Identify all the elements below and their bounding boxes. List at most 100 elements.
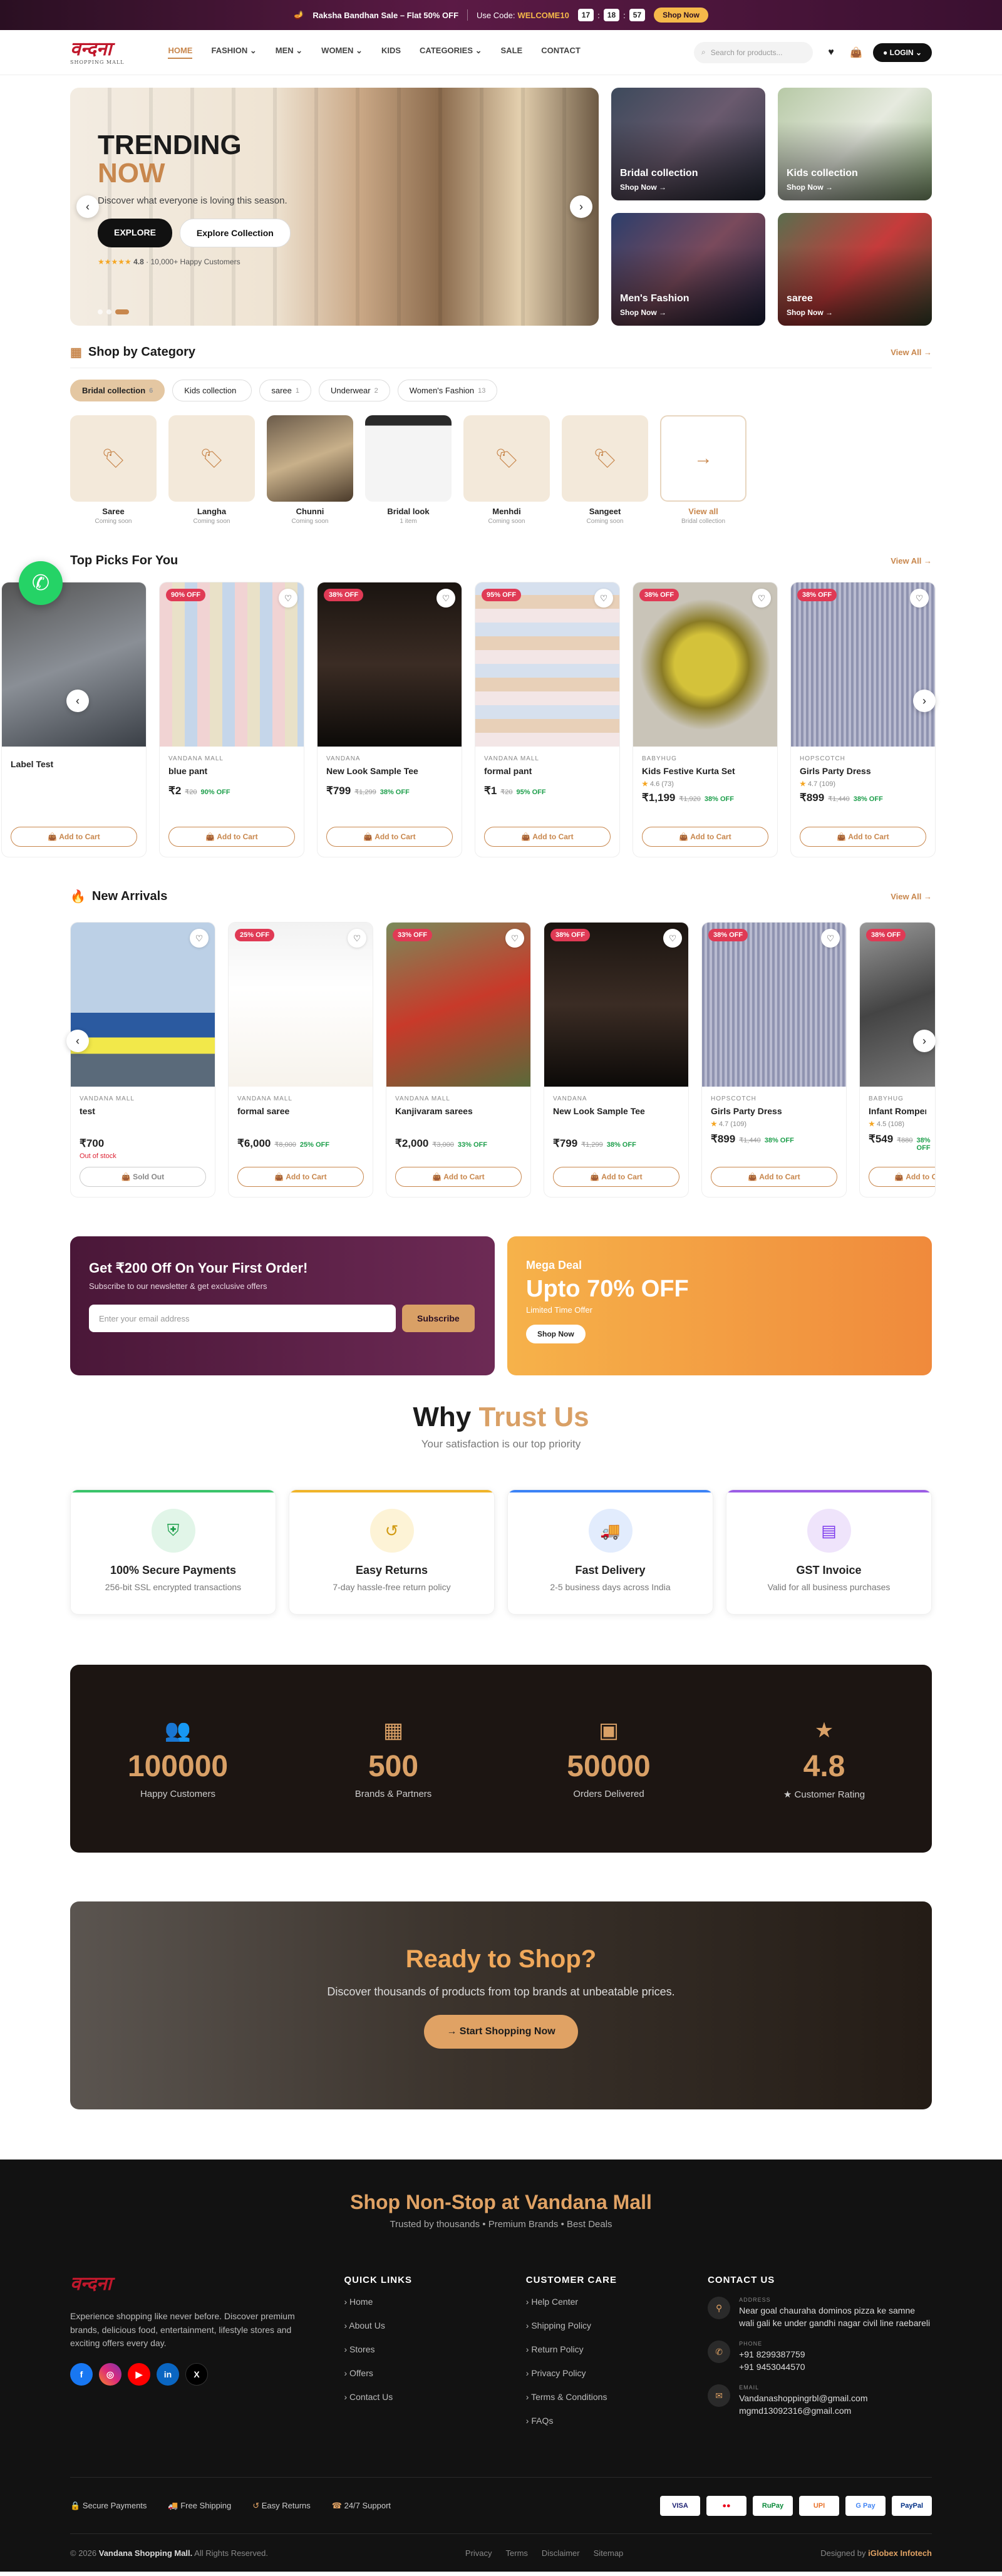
add-to-cart-button[interactable]: 👜 Add to Cart [237,1167,364,1187]
footer-link[interactable]: › Return Policy [526,2344,708,2354]
carousel-prev-arrow-icon[interactable]: ‹ [66,1030,89,1052]
chip-underwear[interactable]: Underwear 2 [319,380,390,401]
cart-bag-icon[interactable]: 👜 [849,46,863,59]
instagram-icon[interactable]: ◎ [99,2363,121,2386]
carousel-next-arrow-icon[interactable]: › [913,1030,936,1052]
footer-link[interactable]: › Shipping Policy [526,2320,708,2330]
wishlist-heart-icon[interactable]: ♡ [821,929,840,948]
chip-womens-fashion[interactable]: Women's Fashion 13 [397,380,498,401]
subcategory-item[interactable]: 🏷 Langha Coming soon [168,415,255,525]
new-arrivals-view-all-link[interactable]: View All → [891,892,932,901]
add-to-cart-button[interactable]: 👜 Add to Cart [11,827,137,847]
whatsapp-chat-icon[interactable]: ✆ [19,561,63,605]
login-button[interactable]: ● LOGIN ⌄ [873,43,932,62]
add-to-cart-button[interactable]: 👜 Add to Cart [395,1167,522,1187]
subcategory-item[interactable]: 🏷 Menhdi Coming soon [463,415,550,525]
nav-home[interactable]: HOME [168,46,193,59]
nav-women[interactable]: WOMEN ⌄ [321,46,363,59]
footer-link[interactable]: › Help Center [526,2297,708,2307]
product-card[interactable]: 38% OFF ♡ BABYHUG Kids Festive Kurta Set ★ … [633,582,778,857]
nav-categories[interactable]: CATEGORIES ⌄ [420,46,482,59]
product-card[interactable]: 38% OFF ♡ VANDANA New Look Sample Tee ₹799 ₹… [317,582,462,857]
explore-button[interactable]: EXPLORE [98,219,172,248]
nav-kids[interactable]: KIDS [381,46,401,59]
footer-link[interactable]: › Stores [344,2344,525,2354]
wishlist-heart-icon[interactable]: ♡ [279,589,297,608]
product-card[interactable]: 38% OFF ♡ VANDANA New Look Sample Tee ₹799 ₹… [544,922,689,1197]
product-card[interactable]: ♡ VANDANA MALL test ₹700 Out of stock 👜 Sol… [70,922,215,1197]
carousel-prev-arrow-icon[interactable]: ‹ [66,690,89,712]
chip-kids-collection[interactable]: Kids collection [172,380,252,401]
footer-link[interactable]: › Offers [344,2368,525,2378]
linkedin-icon[interactable]: in [157,2363,179,2386]
chip-bridal-collection[interactable]: Bridal collection 6 [70,380,165,401]
footer-link[interactable]: › Privacy Policy [526,2368,708,2378]
footer-link[interactable]: › FAQs [526,2416,708,2426]
top-picks-view-all-link[interactable]: View All → [891,556,932,566]
subcategory-item[interactable]: 🏷 Saree Coming soon [70,415,157,525]
add-to-cart-button[interactable]: 👜 Add to Cart [800,827,926,847]
nav-men[interactable]: MEN ⌄ [276,46,302,59]
search-input[interactable]: ⌕ Search for products... [694,41,813,63]
hero-prev-arrow-icon[interactable]: ‹ [76,195,99,218]
subcategory-item[interactable]: 🏷 Sangeet Coming soon [562,415,648,525]
logo[interactable]: वन्दना SHOPPING MALL [70,39,124,65]
footer-legal-link[interactable]: Privacy [465,2548,492,2558]
footer-link[interactable]: › About Us [344,2320,525,2330]
footer-logo[interactable]: वन्दना [70,2275,344,2294]
add-to-cart-button[interactable]: 👜 Add to Cart [642,827,768,847]
add-to-cart-button[interactable]: 👜 Add to Cart [869,1167,935,1187]
footer-link[interactable]: › Contact Us [344,2392,525,2402]
category-view-all-link[interactable]: View All → [891,348,932,357]
nav-fashion[interactable]: FASHION ⌄ [211,46,256,59]
product-card[interactable]: 38% OFF ♡ HOPSCOTCH Girls Party Dress ★ 4.7… [701,922,847,1197]
add-to-cart-button[interactable]: 👜 Add to Cart [553,1167,679,1187]
tile-kids-collection[interactable]: Kids collection Shop Now → [778,88,932,200]
chip-saree[interactable]: saree 1 [259,380,312,401]
tile-mens-fashion[interactable]: Men's Fashion Shop Now → [611,213,765,326]
start-shopping-button[interactable]: → Start Shopping Now [424,2015,578,2049]
dot[interactable] [106,309,111,314]
wishlist-heart-icon[interactable]: ♡ [436,589,455,608]
product-card[interactable]: 38% OFF BABYHUG Infant Romper ★ 4.5 (108) ₹… [859,922,936,1197]
dot-active[interactable] [115,309,129,314]
wishlist-heart-icon[interactable]: ♡ [910,589,929,608]
tile-saree[interactable]: saree Shop Now → [778,213,932,326]
wishlist-heart-icon[interactable]: ♡ [505,929,524,948]
x-twitter-icon[interactable]: X [185,2363,208,2386]
nav-sale[interactable]: SALE [501,46,523,59]
wishlist-heart-icon[interactable]: ♡ [752,589,771,608]
wishlist-heart-icon[interactable]: ♡ [594,589,613,608]
add-to-cart-button[interactable]: 👜 Add to Cart [326,827,453,847]
explore-collection-button[interactable]: Explore Collection [179,219,291,248]
deal-shop-now-button[interactable]: Shop Now [526,1325,586,1343]
topbar-shop-now-button[interactable]: Shop Now [654,8,708,23]
email-field[interactable]: Enter your email address [89,1305,396,1332]
footer-legal-link[interactable]: Disclaimer [542,2548,580,2558]
wishlist-heart-icon[interactable]: ♡ [663,929,682,948]
dot[interactable] [98,309,103,314]
product-card[interactable]: 38% OFF ♡ HOPSCOTCH Girls Party Dress ★ 4.7… [790,582,936,857]
youtube-icon[interactable]: ▶ [128,2363,150,2386]
footer-legal-link[interactable]: Sitemap [594,2548,624,2558]
product-card[interactable]: 90% OFF ♡ VANDANA MALL blue pant ₹2 ₹20 90% O… [159,582,304,857]
add-to-cart-button[interactable]: 👜 Add to Cart [711,1167,837,1187]
subscribe-button[interactable]: Subscribe [402,1305,475,1332]
subcategory-view-all[interactable]: → View all Bridal collection [660,415,746,525]
product-card[interactable]: 25% OFF ♡ VANDANA MALL formal saree ₹6,000 ₹… [228,922,373,1197]
footer-legal-link[interactable]: Terms [506,2548,528,2558]
carousel-next-arrow-icon[interactable]: › [913,690,936,712]
subcategory-item[interactable]: Chunni Coming soon [267,415,353,525]
product-card[interactable]: Label Test 👜 Add to Cart [1,582,147,857]
add-to-cart-button[interactable]: 👜 Add to Cart [168,827,295,847]
facebook-icon[interactable]: f [70,2363,93,2386]
hero-slider[interactable]: TRENDING NOW Discover what everyone is l… [70,88,599,326]
wishlist-heart-icon[interactable]: ♡ [348,929,366,948]
tile-bridal-collection[interactable]: Bridal collection Shop Now → [611,88,765,200]
footer-link[interactable]: › Terms & Conditions [526,2392,708,2402]
nav-contact[interactable]: CONTACT [541,46,581,59]
add-to-cart-button[interactable]: 👜 Add to Cart [484,827,611,847]
subcategory-item[interactable]: Bridal look 1 item [365,415,452,525]
wishlist-heart-icon[interactable]: ♥ [824,46,838,59]
wishlist-heart-icon[interactable]: ♡ [190,929,209,948]
